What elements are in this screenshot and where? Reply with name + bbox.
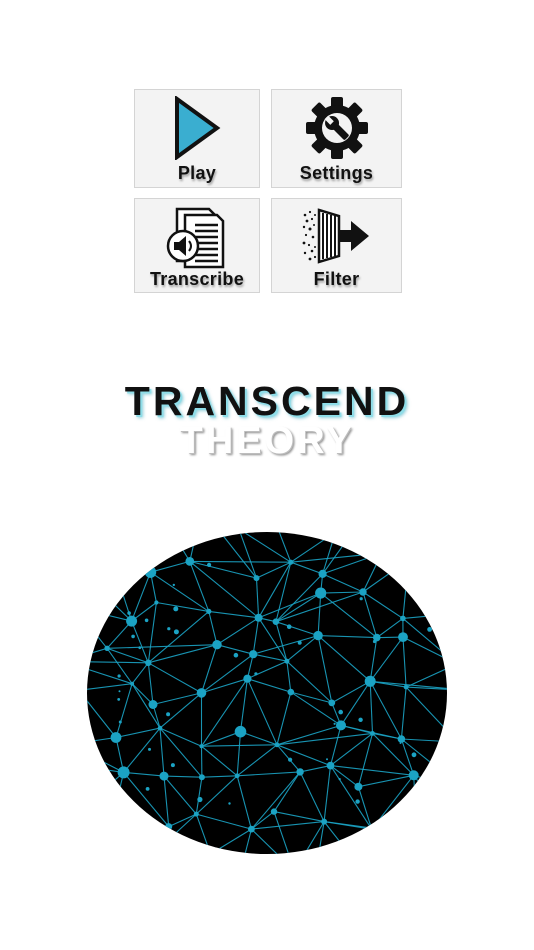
- audio-document-icon: [135, 207, 259, 269]
- transcribe-label: Transcribe: [149, 269, 245, 289]
- settings-label: Settings: [299, 163, 374, 183]
- play-button[interactable]: Play: [134, 89, 260, 188]
- settings-button[interactable]: Settings: [271, 89, 402, 188]
- filter-button[interactable]: Filter: [271, 198, 402, 293]
- logo-subtitle: THEORY: [179, 420, 355, 462]
- transcribe-button[interactable]: Transcribe: [134, 198, 260, 293]
- app-screen: Play Settings Transcribe Filter TRANSCEN…: [0, 0, 534, 950]
- gear-wrench-icon: [272, 96, 401, 160]
- logo-title: TRANSCEND: [124, 378, 410, 424]
- filter-label: Filter: [313, 269, 360, 289]
- filter-arrow-icon: [272, 207, 401, 265]
- play-label: Play: [177, 163, 217, 183]
- network-graph-icon: [86, 531, 448, 855]
- play-icon: [135, 96, 259, 160]
